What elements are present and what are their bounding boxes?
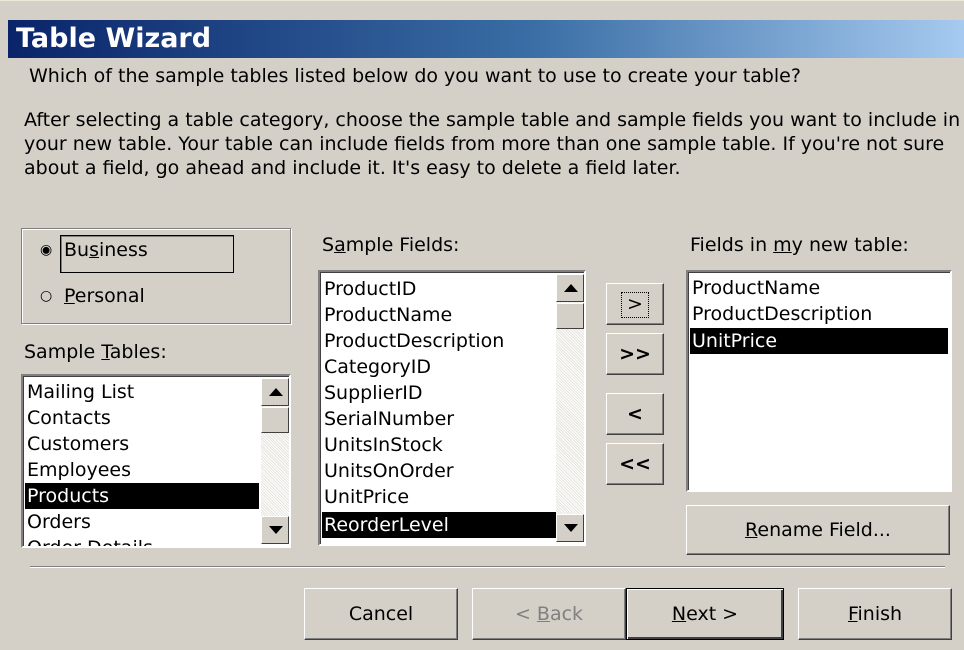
scroll-down-button[interactable] [261,516,289,544]
business-radio[interactable]: ◉ Business [40,238,240,262]
radio-unchecked-icon[interactable]: ○ [40,284,52,308]
add-all-fields-button[interactable]: >> [606,333,664,375]
list-item[interactable]: Order Details [25,535,259,546]
list-item[interactable]: Orders [25,509,259,535]
list-item[interactable]: Employees [25,457,259,483]
instruction-line: your new table. Your table can include f… [24,133,945,155]
sample-tables-scrollbar[interactable] [261,378,289,544]
list-item[interactable]: ProductDescription [322,328,556,354]
business-radio-label: Business [64,239,148,261]
list-item[interactable]: SerialNumber [322,406,556,432]
list-item-selected[interactable]: ReorderLevel [322,512,556,538]
arrow-down-icon [269,526,283,534]
sample-fields-list[interactable]: ProductID ProductName ProductDescription… [318,270,586,546]
top-edge [0,0,964,13]
list-item[interactable]: ProductName [322,302,556,328]
cancel-button[interactable]: Cancel [304,588,458,640]
new-table-fields-label: Fields in my new table: [690,234,909,256]
back-button[interactable]: < Back [472,588,626,640]
arrow-up-icon [269,388,283,396]
scroll-up-button[interactable] [556,274,584,302]
list-item[interactable]: UnitsInStock [322,432,556,458]
remove-all-fields-button[interactable]: << [606,443,664,485]
remove-field-button[interactable]: < [606,393,664,435]
sample-fields-scrollbar[interactable] [556,274,584,542]
rename-field-button[interactable]: Rename Field... [686,505,950,555]
arrow-down-icon [564,524,578,532]
new-table-fields-list[interactable]: ProductName ProductDescription UnitPrice [686,270,952,492]
list-item[interactable]: ProductDescription [690,301,948,327]
list-item[interactable]: ProductName [690,275,948,301]
footer-divider [30,566,945,568]
list-item[interactable]: CategoryID [322,354,556,380]
list-item-selected[interactable]: UnitPrice [690,328,948,354]
sample-tables-label: Sample Tables: [24,341,167,363]
focus-indicator [621,292,649,318]
personal-radio-label: Personal [64,285,145,307]
add-field-button[interactable]: > [606,283,664,325]
scroll-thumb[interactable] [556,303,584,329]
list-item[interactable]: UnitPrice [322,484,556,510]
wizard-instructions: After selecting a table category, choose… [24,108,961,180]
finish-button[interactable]: Finish [798,588,952,640]
instruction-line: After selecting a table category, choose… [24,109,961,131]
scroll-up-button[interactable] [261,378,289,406]
radio-checked-icon[interactable]: ◉ [40,238,52,262]
sample-fields-label: Sample Fields: [322,234,460,256]
list-item[interactable]: SupplierID [322,380,556,406]
personal-radio[interactable]: ○ Personal [40,284,240,308]
wizard-question: Which of the sample tables listed below … [29,65,801,87]
next-button[interactable]: Next > [626,588,784,640]
wizard-title: Table Wizard [8,20,964,58]
list-item[interactable]: Customers [25,431,259,457]
list-item[interactable]: UnitsOnOrder [322,458,556,484]
sample-tables-list[interactable]: Mailing List Contacts Customers Employee… [21,374,291,548]
scroll-down-button[interactable] [556,514,584,542]
list-item[interactable]: ProductID [322,276,556,302]
instruction-line: about a field, go ahead and include it. … [24,157,681,179]
list-item[interactable]: Contacts [25,405,259,431]
list-item[interactable]: Mailing List [25,379,259,405]
arrow-up-icon [564,284,578,292]
list-item-selected[interactable]: Products [25,483,259,509]
scroll-thumb[interactable] [261,407,289,433]
